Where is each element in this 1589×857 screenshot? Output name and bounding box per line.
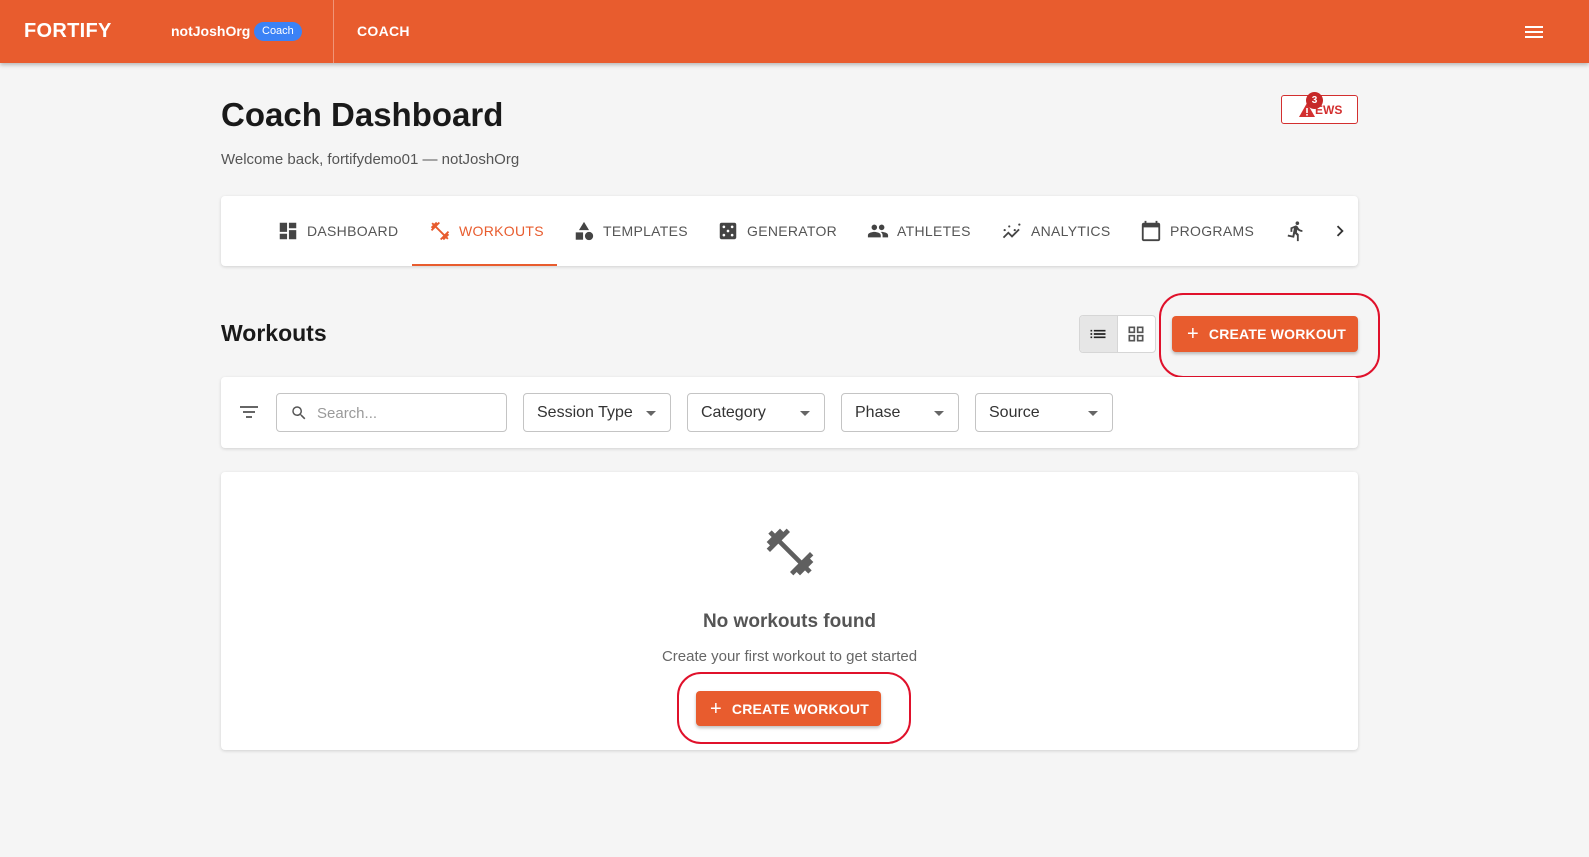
tab-analytics[interactable]: ANALYTICS [1001, 196, 1110, 266]
tab-label: DASHBOARD [307, 223, 399, 239]
tab-athletes[interactable]: ATHLETES [867, 196, 971, 266]
ews-count-badge: 3 [1306, 92, 1323, 109]
trend-icon [1002, 223, 1021, 239]
tab-programs[interactable]: PROGRAMS [1140, 196, 1254, 266]
select-label: Phase [855, 404, 901, 421]
people-icon [867, 224, 889, 238]
phase-select[interactable]: Phase [841, 393, 959, 432]
list-icon [1090, 329, 1106, 339]
dashboard-icon [279, 222, 297, 240]
top-app-bar: FORTIFY notJoshOrg Coach COACH [0, 0, 1589, 63]
highlight-annotation [1159, 293, 1380, 378]
dice-icon [719, 222, 737, 240]
source-select[interactable]: Source [975, 393, 1113, 432]
tab-label: PROGRAMS [1170, 223, 1255, 239]
tab-generator[interactable]: GENERATOR [717, 196, 837, 266]
tab-label: ANALYTICS [1031, 223, 1111, 239]
search-icon [292, 406, 306, 420]
section-title: Workouts [221, 320, 327, 346]
select-label: Session Type [537, 404, 633, 421]
active-tab-indicator [412, 264, 557, 266]
tab-label: GENERATOR [747, 223, 838, 239]
chevron-right-icon[interactable] [1329, 220, 1351, 242]
search-input[interactable] [317, 402, 497, 424]
list-view-button[interactable] [1080, 316, 1118, 352]
welcome-message: Welcome back, fortifydemo01 — notJoshOrg [221, 151, 520, 168]
empty-state-title: No workouts found [702, 611, 877, 632]
dropdown-caret-icon [1088, 411, 1098, 416]
calendar-icon [1141, 220, 1161, 242]
tab-running[interactable] [1285, 196, 1315, 266]
grid-icon [1128, 326, 1144, 342]
topbar-divider [333, 0, 334, 63]
filter-icon[interactable] [239, 403, 259, 421]
tab-workouts[interactable]: WORKOUTS [429, 196, 544, 266]
nav-tabs: DASHBOARD WORKOUTS TEMPLATES GENERATOR A… [221, 196, 1358, 266]
dropdown-caret-icon [646, 411, 656, 416]
grid-view-button[interactable] [1118, 316, 1156, 352]
dropdown-caret-icon [800, 411, 810, 416]
tab-templates[interactable]: TEMPLATES [573, 196, 688, 266]
select-label: Source [989, 404, 1040, 421]
org-name: notJoshOrg [171, 23, 251, 39]
page-title: Coach Dashboard [221, 96, 504, 133]
highlight-annotation [677, 672, 911, 744]
tab-dashboard[interactable]: DASHBOARD [277, 196, 398, 266]
hamburger-menu-icon[interactable] [1524, 24, 1544, 40]
empty-state-subtitle: Create your first workout to get started [661, 648, 918, 665]
ews-alert-button[interactable]: EWS 3 [1281, 92, 1358, 124]
coach-nav-link[interactable]: COACH [357, 23, 410, 39]
search-field[interactable] [276, 393, 507, 432]
category-select[interactable]: Category [687, 393, 825, 432]
running-icon [1287, 221, 1303, 242]
brand-logo[interactable]: FORTIFY [24, 20, 112, 43]
role-badge: Coach [254, 22, 302, 41]
shapes-icon [575, 221, 594, 241]
dropdown-caret-icon [934, 411, 944, 416]
view-mode-toggle [1079, 315, 1156, 353]
tab-label: WORKOUTS [459, 223, 544, 239]
tab-label: TEMPLATES [603, 223, 688, 239]
select-label: Category [701, 404, 766, 421]
filter-bar: Session Type Category Phase Source [221, 377, 1358, 448]
tab-label: ATHLETES [897, 223, 971, 239]
dumbbell-icon [430, 221, 450, 241]
session-type-select[interactable]: Session Type [523, 393, 671, 432]
dumbbell-icon [766, 528, 814, 576]
